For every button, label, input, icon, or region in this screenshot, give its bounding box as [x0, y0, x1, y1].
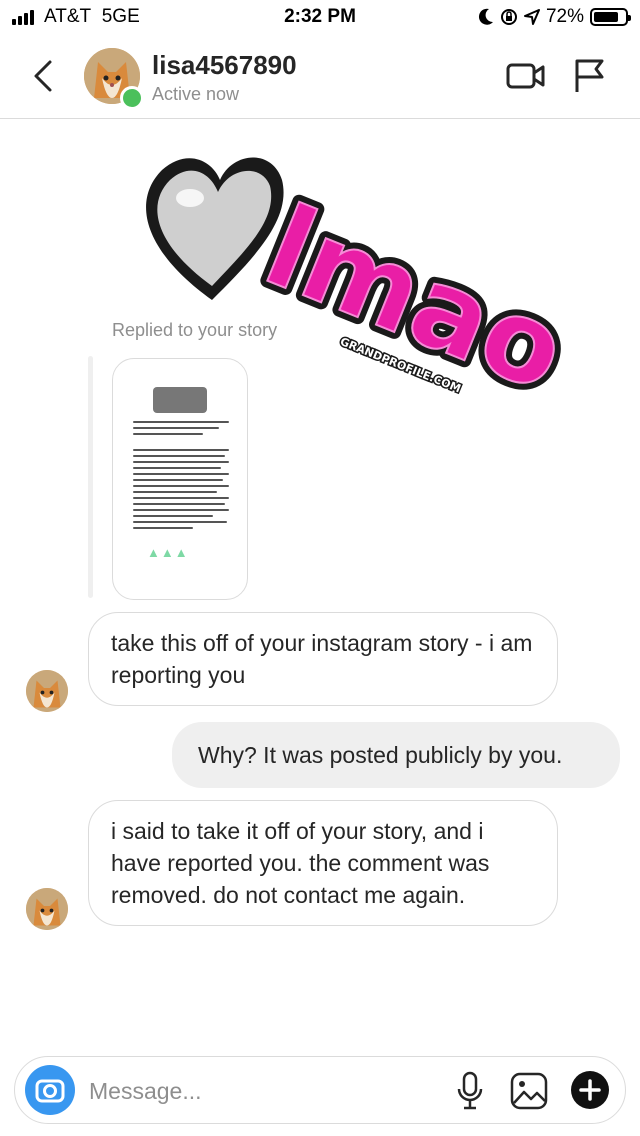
message-bubble-outgoing[interactable]: Why? It was posted publicly by you. — [172, 722, 620, 788]
status-icons: 72% — [478, 6, 631, 28]
chat-username[interactable]: lisa4567890 — [152, 50, 297, 81]
battery-icon — [590, 8, 631, 26]
video-call-icon[interactable] — [506, 60, 546, 92]
microphone-icon[interactable] — [455, 1071, 485, 1111]
lmao-text: lmao lmao GRANDPROFILE.COM — [242, 175, 572, 410]
message-bubble-incoming[interactable]: i said to take it off of your story, and… — [88, 800, 558, 926]
message-input[interactable] — [87, 1071, 431, 1111]
reply-indicator-bar — [88, 356, 93, 598]
lmao-sticker-image[interactable]: lmao lmao GRANDPROFILE.COM — [132, 140, 572, 410]
cat-avatar-icon — [26, 888, 68, 930]
message-bubble-incoming[interactable]: take this off of your instagram story - … — [88, 612, 558, 706]
online-indicator — [120, 86, 144, 110]
status-bar: AT&T 5GE 2:32 PM 72% — [0, 0, 640, 34]
presence-status: Active now — [152, 84, 240, 104]
location-icon — [523, 9, 540, 25]
add-button[interactable] — [571, 1071, 609, 1109]
battery-percent: 72% — [545, 6, 584, 27]
orientation-lock-icon — [500, 9, 517, 25]
cat-avatar-icon — [26, 670, 68, 712]
camera-button[interactable] — [25, 1065, 75, 1115]
avatar[interactable] — [26, 670, 68, 712]
moon-icon — [478, 8, 493, 25]
message-composer — [14, 1056, 626, 1124]
chat-header: lisa4567890 Active now — [0, 34, 640, 119]
add-icon — [579, 1079, 601, 1101]
avatar[interactable] — [26, 888, 68, 930]
flag-icon[interactable] — [572, 58, 606, 94]
camera-icon — [35, 1079, 65, 1103]
back-chevron-icon[interactable] — [30, 58, 58, 94]
story-logo: ▲▲▲ — [147, 545, 189, 560]
gallery-icon[interactable] — [509, 1071, 549, 1111]
